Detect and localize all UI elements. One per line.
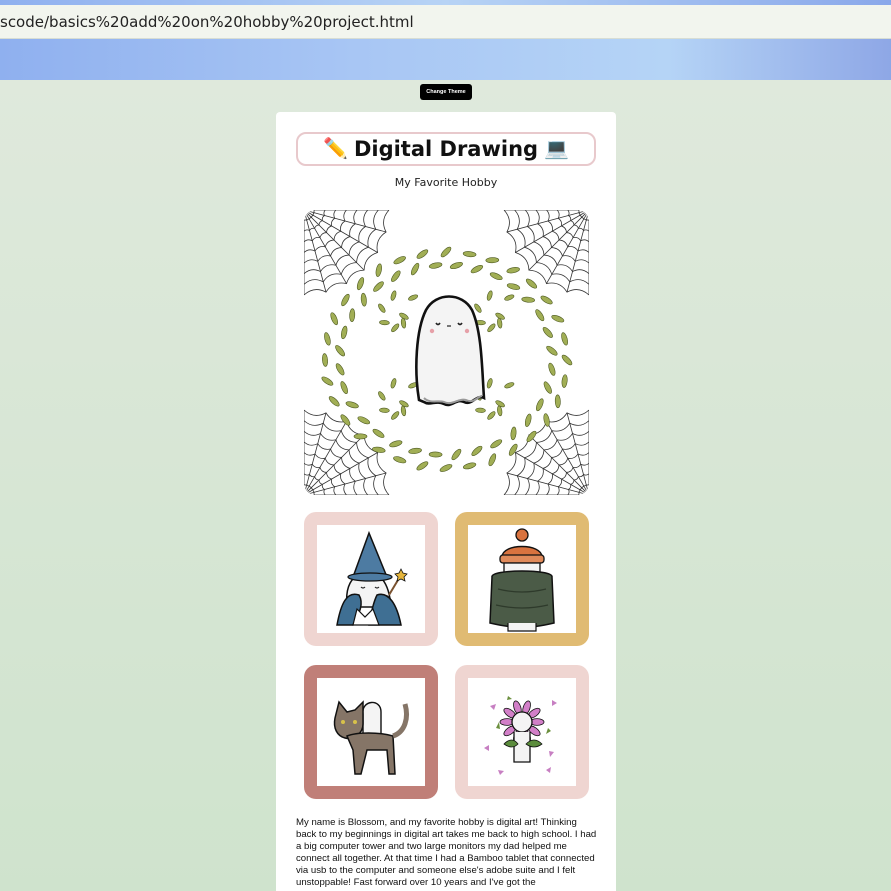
page-title: ✏️ Digital Drawing 💻 bbox=[296, 132, 596, 166]
content-card: ✏️ Digital Drawing 💻 My Favorite Hobby M… bbox=[276, 112, 616, 891]
gallery-thumb-wizard[interactable] bbox=[304, 512, 438, 646]
cat-ghost-icon bbox=[333, 700, 409, 775]
wizard-ghost-icon bbox=[336, 530, 408, 626]
address-bar[interactable]: scode/basics%20add%20on%20hobby%20projec… bbox=[0, 5, 891, 39]
url-text[interactable]: scode/basics%20add%20on%20hobby%20projec… bbox=[0, 13, 414, 31]
ghost-figure bbox=[415, 295, 486, 407]
page-subtitle: My Favorite Hobby bbox=[394, 176, 498, 189]
gallery-thumb-cat[interactable] bbox=[304, 665, 438, 799]
pencil-icon: ✏️ bbox=[323, 138, 348, 160]
beanie-ghost-icon bbox=[489, 528, 555, 632]
flower-ghost-icon bbox=[484, 696, 557, 775]
header-banner bbox=[0, 39, 891, 80]
ghost-wreath-illustration bbox=[304, 210, 589, 495]
gallery-thumb-beanie[interactable] bbox=[455, 512, 589, 646]
gallery-thumb-flower[interactable] bbox=[455, 665, 589, 799]
hero-ghost-drawing bbox=[304, 210, 589, 495]
bio-paragraph: My name is Blossom, and my favorite hobb… bbox=[296, 817, 597, 888]
page-title-text: Digital Drawing bbox=[353, 137, 539, 161]
laptop-icon: 💻 bbox=[544, 138, 569, 160]
change-theme-button[interactable]: Change Theme bbox=[420, 84, 472, 100]
